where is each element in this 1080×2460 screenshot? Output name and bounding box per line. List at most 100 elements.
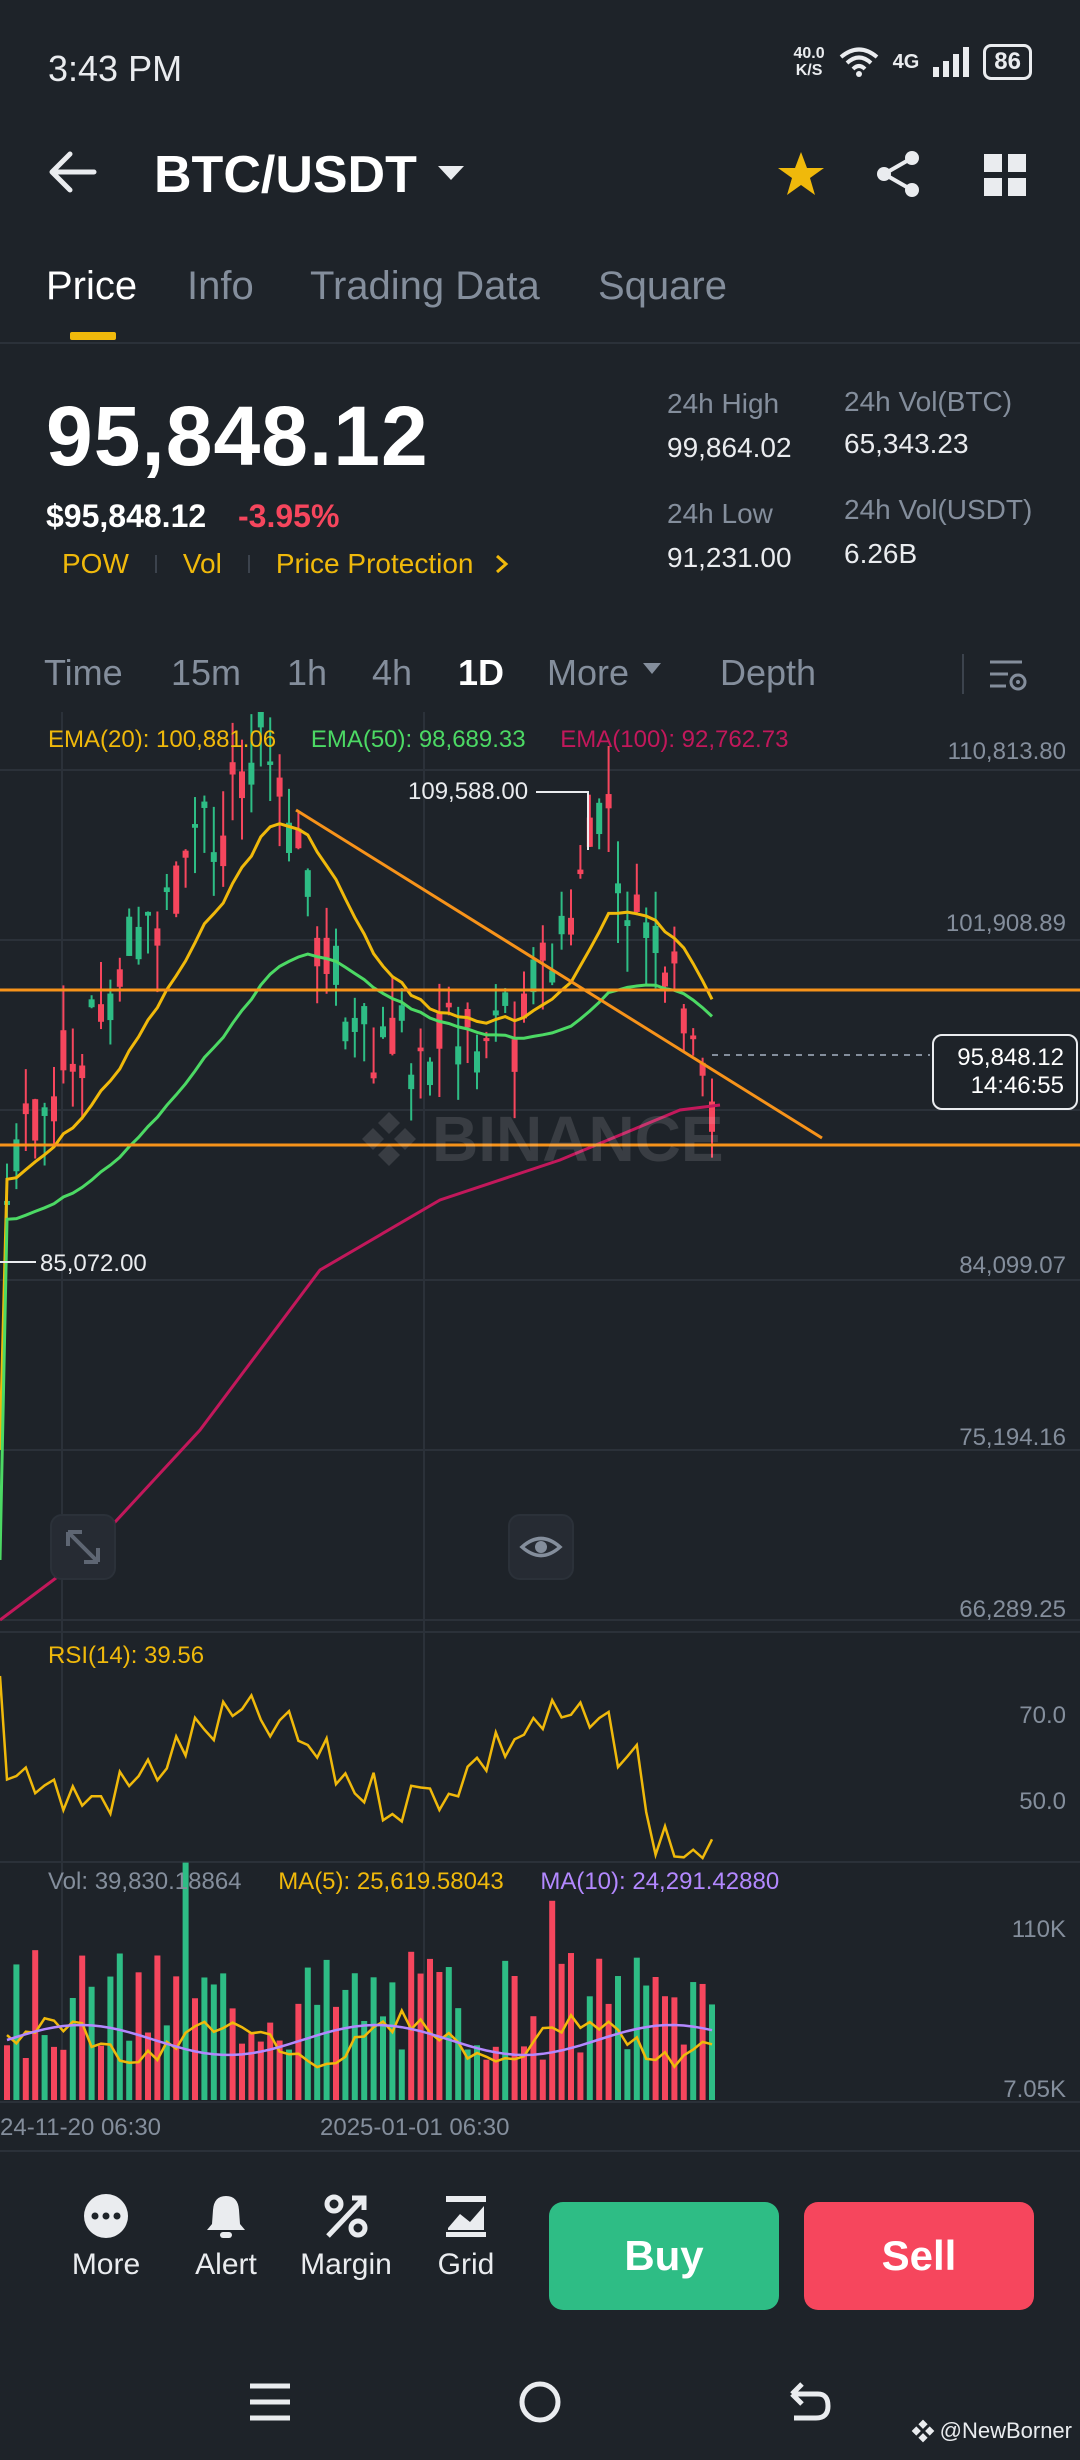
- volume-bar: [13, 1964, 20, 2100]
- candle-body: [530, 959, 537, 993]
- volume-bar: [51, 2046, 57, 2100]
- asset-tags: POW Vol Price Protection: [62, 548, 509, 580]
- candle-body: [192, 824, 198, 828]
- timeframe-1h[interactable]: 1h: [287, 652, 327, 694]
- credit-watermark: @NewBorner: [910, 2418, 1072, 2444]
- status-time: 3:43 PM: [48, 48, 183, 89]
- timeframe-4h[interactable]: 4h: [372, 652, 412, 694]
- tag-divider: [247, 555, 250, 573]
- volume-bar: [511, 1976, 518, 2100]
- toolbar-divider: [962, 654, 964, 694]
- visibility-toggle[interactable]: [508, 1514, 574, 1580]
- bottom-grid-button[interactable]: Grid: [406, 2192, 526, 2282]
- timeframe-time[interactable]: Time: [44, 652, 123, 694]
- volume-bar: [22, 2058, 29, 2100]
- volume-bar: [304, 1967, 311, 2100]
- candle-body: [455, 1046, 462, 1065]
- tag-pow[interactable]: POW: [62, 548, 129, 580]
- favorite-star-icon[interactable]: [776, 150, 826, 198]
- candle-body: [107, 993, 114, 1021]
- candle-body: [633, 894, 640, 912]
- candle-body: [690, 1035, 697, 1040]
- chevron-down-icon[interactable]: [436, 164, 466, 184]
- candle-body: [577, 869, 584, 875]
- volume-bar: [107, 1976, 114, 2100]
- caret-down-icon[interactable]: [642, 662, 662, 676]
- ma10-label: MA(10): 24,291.42880: [540, 1868, 780, 1895]
- recent-apps-icon[interactable]: [250, 2382, 290, 2422]
- binance-logo-icon: [362, 1112, 416, 1166]
- last-price: 95,848.12: [46, 389, 429, 483]
- back-button[interactable]: [48, 150, 98, 199]
- candle-body: [370, 1072, 377, 1079]
- candle-body: [408, 1074, 415, 1090]
- volume-bar: [455, 2008, 462, 2100]
- candle-body: [79, 1065, 86, 1079]
- candle-body: [671, 951, 678, 964]
- high-marker-line: [536, 791, 589, 850]
- candle-body: [201, 801, 208, 808]
- bottom-alert-button[interactable]: Alert: [166, 2192, 286, 2282]
- volume-bar: [314, 2004, 321, 2100]
- share-icon[interactable]: [874, 150, 922, 198]
- bottom-more-button[interactable]: More: [46, 2192, 166, 2282]
- home-icon[interactable]: [518, 2380, 562, 2424]
- tab-trading-data[interactable]: Trading Data: [310, 264, 540, 309]
- timeframe-15m[interactable]: 15m: [171, 652, 241, 694]
- apps-grid-icon[interactable]: [984, 154, 1026, 196]
- fullscreen-button[interactable]: [50, 1514, 116, 1580]
- volume-label: Vol: 39,830.18864: [48, 1868, 242, 1895]
- candle-body: [154, 928, 161, 946]
- price-axis-label: 101,908.89: [945, 910, 1066, 937]
- volume-bar: [709, 2004, 715, 2100]
- tag-divider: [154, 555, 157, 573]
- candle-body: [436, 1013, 443, 1049]
- vol-usdt-label: 24h Vol(USDT): [844, 494, 1033, 525]
- depth-tab[interactable]: Depth: [720, 652, 816, 694]
- active-tab-indicator: [70, 332, 116, 340]
- price-change-percent: -3.95%: [238, 498, 340, 534]
- vol-usdt-value: 6.26B: [844, 538, 918, 569]
- tab-info[interactable]: Info: [187, 264, 254, 309]
- candle-body: [615, 883, 621, 894]
- price-axis-label: 110,813.80: [947, 738, 1066, 765]
- back-nav-icon[interactable]: [788, 2380, 832, 2424]
- rsi-axis-label: 50.0: [1019, 1788, 1066, 1815]
- volume-bar: [615, 1976, 621, 2100]
- candle-body: [474, 1051, 480, 1073]
- chart-settings-icon[interactable]: [988, 658, 1028, 694]
- volume-bar: [502, 1960, 509, 2100]
- sell-button[interactable]: Sell: [804, 2202, 1034, 2310]
- price-axis-label: 84,099.07: [959, 1252, 1066, 1279]
- pair-selector[interactable]: BTC/USDT: [154, 145, 417, 205]
- volume-bar: [41, 2035, 48, 2100]
- volume-bar: [163, 2025, 170, 2100]
- chevron-right-icon[interactable]: [495, 554, 509, 574]
- volume-axis-label: 7.05K: [1003, 2076, 1066, 2103]
- volume-bar: [643, 1985, 650, 2100]
- tag-price-protection[interactable]: Price Protection: [276, 548, 474, 580]
- volume-axis-label: 110K: [1011, 1916, 1066, 1943]
- volume-bar: [182, 1862, 189, 2100]
- tag-vol[interactable]: Vol: [183, 548, 222, 580]
- volume-bar: [549, 1900, 556, 2100]
- tab-price[interactable]: Price: [46, 264, 137, 309]
- candle-body: [643, 922, 650, 938]
- buy-button[interactable]: Buy: [549, 2202, 779, 2310]
- rsi-line: [0, 1675, 714, 1861]
- bottom-margin-button[interactable]: Margin: [286, 2192, 406, 2282]
- volume-bar: [530, 2016, 537, 2100]
- volume-legend: Vol: 39,830.18864 MA(5): 25,619.58043 MA…: [48, 1868, 779, 1896]
- candlestick-chart[interactable]: [0, 712, 1080, 2150]
- volume-bar: [389, 1982, 396, 2100]
- volume-bar: [690, 1982, 697, 2100]
- period-high-marker: 109,588.00: [408, 778, 529, 805]
- timeframe-1d[interactable]: 1D: [458, 652, 504, 694]
- ma5-label: MA(5): 25,619.58043: [278, 1868, 504, 1895]
- timeframe-more[interactable]: More: [547, 652, 629, 694]
- ema20-label: EMA(20): 100,881.06: [48, 726, 277, 753]
- candle-body: [662, 972, 668, 987]
- tab-square[interactable]: Square: [598, 264, 727, 309]
- volume-bar: [286, 2049, 292, 2100]
- wifi-icon: [839, 47, 878, 77]
